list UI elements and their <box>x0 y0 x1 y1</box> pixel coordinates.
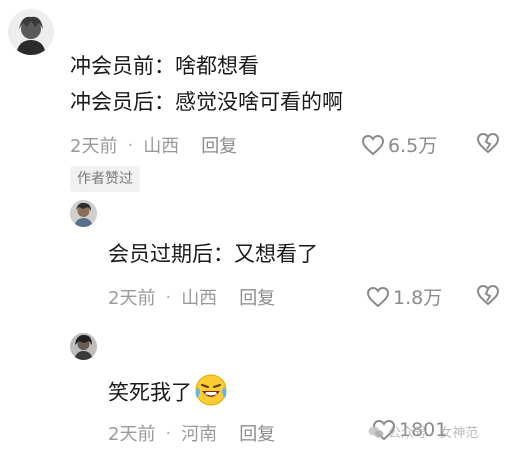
comment-location: 山西 <box>143 136 180 157</box>
comment-location: 山西 <box>181 288 218 309</box>
comment-time: 2天前 <box>108 288 156 309</box>
laughing-crying-emoji <box>194 373 228 414</box>
dislike-button[interactable] <box>476 132 500 158</box>
comment-location: 河南 <box>181 424 218 445</box>
like-button[interactable]: 6.5万 <box>361 131 437 158</box>
avatar[interactable] <box>8 9 54 55</box>
author-liked-badge: 作者赞过 <box>70 166 140 192</box>
comment-time: 2天前 <box>70 136 118 157</box>
comment-meta: 2天前 · 山西 回复 <box>70 132 237 158</box>
comment-meta: 2天前 · 河南 回复 <box>108 420 275 446</box>
comment-text-content: 笑死我了 <box>108 380 192 405</box>
comment-text: 冲会员后：感觉没啥可看的啊 <box>70 90 343 114</box>
comment-text: 冲会员前：啥都想看 <box>70 54 259 78</box>
heart-icon <box>366 286 390 307</box>
reply-button[interactable]: 回复 <box>239 420 275 446</box>
reply-button[interactable]: 回复 <box>239 284 275 310</box>
like-button[interactable]: 1.8万 <box>366 283 442 310</box>
avatar[interactable] <box>70 333 97 360</box>
comment-time: 2天前 <box>108 424 156 445</box>
separator-dot: · <box>127 134 134 156</box>
like-count: 1.8万 <box>393 287 443 309</box>
broken-heart-icon <box>476 132 500 154</box>
avatar[interactable] <box>70 200 97 227</box>
dislike-button[interactable] <box>476 284 500 310</box>
reply-button[interactable]: 回复 <box>201 132 237 158</box>
comment-text: 笑死我了 <box>108 373 228 414</box>
comment-meta: 2天前 · 山西 回复 <box>108 284 275 310</box>
watermark-text: 公众号 · 女神范 <box>388 426 479 441</box>
comment-text: 会员过期后：又想看了 <box>108 242 318 266</box>
wechat-icon <box>368 426 384 438</box>
separator-dot: · <box>165 286 172 308</box>
heart-icon <box>361 134 385 155</box>
separator-dot: · <box>165 422 172 444</box>
watermark: 公众号 · 女神范 <box>368 422 478 441</box>
broken-heart-icon <box>476 284 500 306</box>
like-count: 6.5万 <box>388 135 438 157</box>
